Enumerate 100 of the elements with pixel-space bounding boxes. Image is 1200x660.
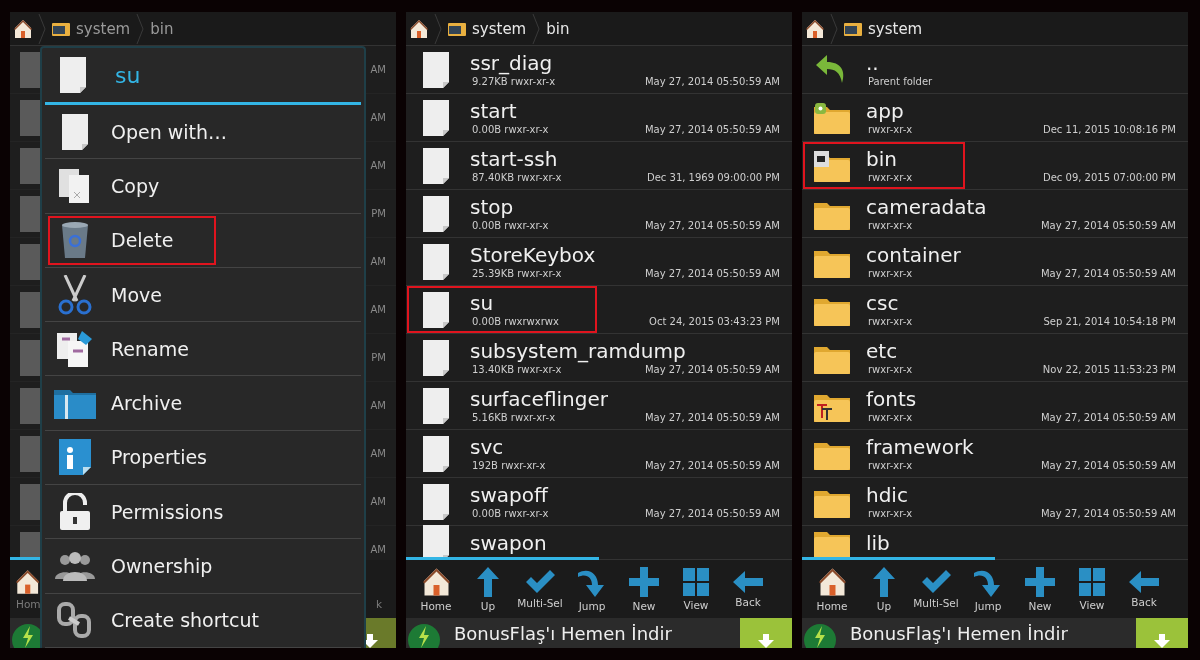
file-date: Oct 24, 2015 03:43:23 PM xyxy=(649,314,780,329)
file-details: rwxr-xr-x xyxy=(867,266,913,281)
zipped-folder-icon xyxy=(54,387,96,420)
file-icon xyxy=(422,482,450,521)
folder-icon xyxy=(844,21,862,36)
info-icon xyxy=(58,438,92,477)
terminal-folder-icon xyxy=(813,148,851,183)
breadcrumb-item[interactable]: system xyxy=(868,19,923,38)
toolbar-button[interactable]: Back xyxy=(1120,570,1168,608)
file-row[interactable]: fonts rwxr-xr-x May 27, 2014 05:50:59 AM xyxy=(802,382,1188,430)
file-date: AM xyxy=(370,448,386,459)
file-icon xyxy=(422,146,450,185)
file-row[interactable]: csc rwxr-xr-x Sep 21, 2014 10:54:18 PM xyxy=(802,286,1188,334)
file-date: Dec 09, 2015 07:00:00 PM xyxy=(1043,170,1176,185)
file-date: May 27, 2014 05:50:59 AM xyxy=(644,74,780,89)
toolbar-button[interactable]: New xyxy=(1016,566,1064,612)
file-name: ssr_diag xyxy=(470,50,554,75)
file-row[interactable]: etc rwxr-xr-x Nov 22, 2015 11:53:23 PM xyxy=(802,334,1188,382)
file-name: swapoff xyxy=(470,482,550,507)
file-name: cameradata xyxy=(866,194,988,219)
file-date: May 27, 2014 05:50:59 AM xyxy=(1040,266,1176,281)
file-row[interactable]: su 0.00B rwxrwxrwx Oct 24, 2015 03:43:23 PM xyxy=(406,286,792,334)
file-icon xyxy=(20,195,42,232)
file-icon xyxy=(20,387,42,424)
menu-item[interactable]: Properties xyxy=(45,430,361,486)
file-row[interactable]: .. Parent folder xyxy=(802,46,1188,94)
toolbar-button[interactable]: Home xyxy=(412,566,460,612)
toolbar-button[interactable]: Multi-Sel xyxy=(912,569,960,609)
file-date: May 27, 2014 05:50:59 AM xyxy=(644,458,780,473)
toolbar-button[interactable]: Up xyxy=(464,566,512,612)
menu-item[interactable]: Ownership xyxy=(45,539,361,594)
toolbar-button[interactable]: Multi-Sel xyxy=(516,569,564,609)
left-arrow-icon xyxy=(733,570,763,593)
file-icon xyxy=(422,434,450,473)
toolbar-button[interactable]: Jump xyxy=(964,566,1012,612)
toolbar-button[interactable]: New xyxy=(620,566,668,612)
file-row[interactable]: framework rwxr-xr-x May 27, 2014 05:50:59 AM xyxy=(802,430,1188,478)
plus-icon xyxy=(1025,566,1055,597)
file-row[interactable]: hdic rwxr-xr-x May 27, 2014 05:50:59 AM xyxy=(802,478,1188,526)
file-row[interactable]: swapoff 0.00B rwxr-xr-x May 27, 2014 05:50:59 AM xyxy=(406,478,792,526)
breadcrumb-item[interactable]: system xyxy=(472,19,527,38)
file-row[interactable]: cameradata rwxr-xr-x May 27, 2014 05:50:59 AM xyxy=(802,190,1188,238)
menu-item[interactable]: Copy xyxy=(45,159,361,214)
house-icon xyxy=(14,18,32,39)
people-icon xyxy=(55,551,95,581)
menu-item[interactable]: Move xyxy=(45,267,361,323)
file-date: AM xyxy=(370,64,386,75)
toolbar-button[interactable]: Back xyxy=(724,570,772,608)
left-arrow-icon xyxy=(1129,570,1159,593)
file-name: swapon xyxy=(470,530,548,555)
file-icon xyxy=(422,50,450,89)
house-icon xyxy=(410,18,428,39)
file-details: 9.27KB rwxr-xr-x xyxy=(471,75,556,89)
toolbar-button[interactable]: Up xyxy=(860,566,908,612)
file-row[interactable]: svc 192B rwxr-xr-x May 27, 2014 05:50:59 AM xyxy=(406,430,792,478)
toolbar-button[interactable]: Hom xyxy=(16,568,41,610)
file-icon xyxy=(422,523,450,560)
menu-item[interactable]: Delete xyxy=(45,213,361,268)
file-icon xyxy=(422,338,450,377)
file-icon xyxy=(422,98,450,137)
file-row[interactable]: bin rwxr-xr-x Dec 09, 2015 07:00:00 PM xyxy=(802,142,1188,190)
breadcrumb-item[interactable]: bin xyxy=(546,19,570,38)
file-row[interactable]: StoreKeybox 25.39KB rwxr-xr-x May 27, 2014 05:50:59 AM xyxy=(406,238,792,286)
file-icon xyxy=(61,112,89,151)
menu-item[interactable]: Rename xyxy=(45,322,361,377)
toolbar-button[interactable]: View xyxy=(672,567,720,611)
file-row[interactable]: start-ssh 87.40KB rwxr-xr-x Dec 31, 1969 09:00:00 PM xyxy=(406,142,792,190)
grid-icon xyxy=(1079,567,1105,596)
menu-item[interactable]: Create shortcut xyxy=(45,593,361,648)
file-row[interactable]: surfaceflinger 5.16KB rwxr-xr-x May 27, 2014 05:50:59 AM xyxy=(406,382,792,430)
menu-item[interactable]: Permissions xyxy=(45,485,361,540)
file-name: start xyxy=(470,98,518,123)
trash-icon xyxy=(59,221,91,260)
breadcrumb-item[interactable]: bin xyxy=(150,19,174,38)
menu-item[interactable]: Open with… xyxy=(45,105,361,160)
file-date: AM xyxy=(370,400,386,411)
toolbar-button[interactable]: View xyxy=(1068,567,1116,611)
download-arrow-icon xyxy=(756,634,776,648)
file-details: 5.16KB rwxr-xr-x xyxy=(471,410,556,425)
file-details: rwxr-xr-x xyxy=(867,410,913,425)
toolbar-button[interactable]: Jump xyxy=(568,566,616,612)
file-row[interactable]: start 0.00B rwxr-xr-x May 27, 2014 05:50:59 AM xyxy=(406,94,792,142)
up-arrow-icon xyxy=(872,566,896,597)
file-icon xyxy=(59,56,87,94)
file-details: 192B rwxr-xr-x xyxy=(471,458,546,473)
file-row[interactable]: subsystem_ramdump 13.40KB rwxr-xr-x May 27, 2014 05:50:59 AM xyxy=(406,334,792,382)
file-row[interactable]: stop 0.00B rwxr-xr-x May 27, 2014 05:50:59 AM xyxy=(406,190,792,238)
file-row[interactable]: container rwxr-xr-x May 27, 2014 05:50:59 AM xyxy=(802,238,1188,286)
file-name: csc xyxy=(866,290,900,315)
toolbar-button[interactable]: Home xyxy=(808,566,856,612)
breadcrumb-item[interactable]: system xyxy=(76,19,131,38)
file-name: fonts xyxy=(866,386,918,411)
menu-item[interactable]: Archive xyxy=(45,376,361,431)
file-row[interactable]: ssr_diag 9.27KB rwxr-xr-x May 27, 2014 05:50:59 AM xyxy=(406,46,792,94)
file-row[interactable]: app rwxr-xr-x Dec 11, 2015 10:08:16 PM xyxy=(802,94,1188,142)
file-icon xyxy=(20,291,42,328)
file-details: rwxr-xr-x xyxy=(867,218,913,233)
file-name: .. xyxy=(866,50,880,75)
file-name: subsystem_ramdump xyxy=(470,338,687,363)
file-date: AM xyxy=(370,160,386,171)
